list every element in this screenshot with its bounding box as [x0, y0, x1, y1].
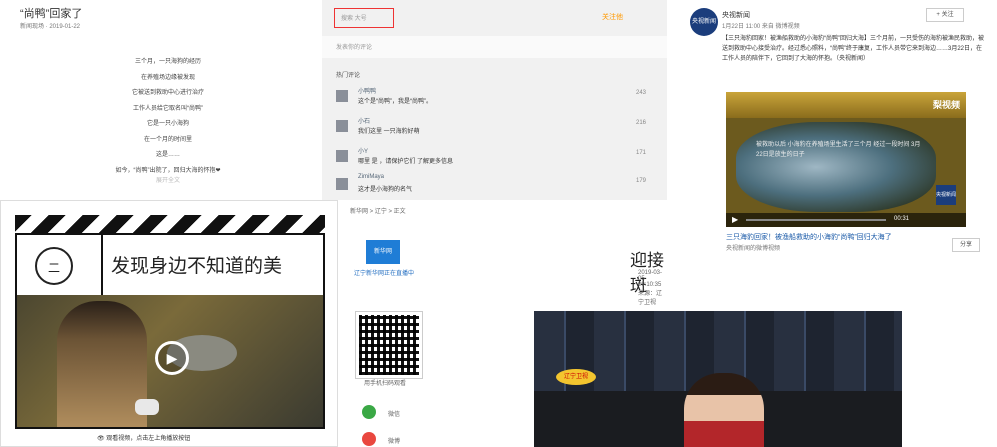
follow-button[interactable]: 关注他 — [602, 12, 623, 22]
qr-code — [355, 311, 423, 379]
share-weibo-label[interactable]: 微博 — [388, 436, 400, 445]
poster-headline: 发现身边不知道的美 — [111, 255, 283, 277]
comment-author[interactable]: ZimiMaya — [358, 174, 384, 180]
avatar[interactable] — [336, 90, 348, 102]
account-avatar[interactable]: 央视新闻 — [690, 8, 718, 36]
like-count[interactable]: 243 — [636, 90, 646, 96]
video-frame-rim — [726, 92, 966, 118]
site-logo[interactable]: 新华网 — [366, 240, 400, 264]
follow-button[interactable]: + 关注 — [926, 8, 964, 22]
comment-row: 小鸭鸭 这个是“尚鸭”，我是“尚鸭”。 243 — [336, 86, 656, 114]
search-input[interactable]: 搜索 大号 — [334, 8, 394, 28]
channel-badge: 央视新闻 — [936, 185, 956, 205]
video-meta: 央视新闻的微博视频 — [726, 246, 781, 252]
account-name[interactable]: 央视新闻 — [722, 10, 750, 20]
comment-row: 小Y 哪里 是 ，请保护它们 了解更多信息 171 — [336, 146, 656, 174]
wechat-icon[interactable] — [362, 405, 376, 419]
video-brand: 梨视频 — [932, 100, 960, 110]
glove-figure — [135, 399, 159, 415]
like-count[interactable]: 216 — [636, 120, 646, 126]
comment-text: 这才是小海狗的名气 — [358, 187, 413, 193]
post-line: 它是一只小海狗 — [146, 121, 189, 127]
video-poster-panel: 二 发现身边不知道的美 ▶ 👁 观看视频，点击左上角播放按钮 — [0, 200, 338, 447]
news-video[interactable]: 辽宁卫视 — [534, 311, 902, 447]
comment-author[interactable]: 小石 — [358, 116, 370, 125]
post-line: 工作人员给它取名叫“尚鸭” — [133, 105, 203, 112]
avatar[interactable] — [336, 120, 348, 132]
progress-bar[interactable] — [746, 219, 886, 221]
weibo-icon[interactable] — [362, 432, 376, 446]
clapperboard-stripe — [15, 215, 325, 233]
qr-caption: 用手机扫码观看 — [364, 381, 407, 387]
post-line: 在一个月的时间里 — [143, 136, 192, 143]
like-count[interactable]: 179 — [636, 178, 646, 184]
comment-input[interactable]: 发表你的评论 — [336, 42, 372, 51]
divider — [101, 235, 103, 295]
post-line: 在养殖场边缘被发现 — [140, 74, 195, 81]
video-subtitle: 被救助以后 小海豹在养殖场里生活了三个月 经过一段时间 3月22日是放生的日子 — [756, 142, 921, 158]
avatar[interactable] — [336, 178, 348, 190]
watch-hint: 👁 观看视频，点击左上角播放按钮 — [97, 436, 191, 442]
video-duration: 00:31 — [894, 216, 910, 222]
breadcrumb[interactable]: 新华网 > 辽宁 > 正文 — [350, 206, 406, 215]
channel-logo-icon: 二 — [35, 247, 73, 285]
hot-comments-label: 热门评论 — [336, 73, 361, 79]
weibo-post-panel: “尚鸭”回家了 新闻现场 · 2019-01-22 三个月，一只海狗的经历 在养… — [0, 0, 336, 190]
post-body: 三个月，一只海狗的经历 在养殖场边缘被发现 它被送到救助中心进行治疗 工作人员给… — [0, 55, 336, 179]
expand-link[interactable]: 展开全文 — [0, 175, 336, 184]
share-button[interactable]: 分享 — [952, 238, 980, 252]
play-icon[interactable]: ▶ — [732, 215, 738, 224]
video-player[interactable]: 被救助以后 小海豹在养殖场里生活了三个月 经过一段时间 3月22日是放生的日子 … — [726, 92, 966, 227]
post-line: 三个月，一只海狗的经历 — [134, 59, 201, 65]
post-line: 这是…… — [155, 152, 180, 158]
comment-row: 小石 我们这里 一只海豹好萌 216 — [336, 116, 656, 144]
share-wechat-label[interactable]: 微信 — [388, 409, 400, 418]
post-meta: 新闻现场 · 2019-01-22 — [20, 24, 81, 30]
weibo-video-post: 央视新闻 央视新闻 1月22日 11:00 来自 微博视频 + 关注 【三只海豹… — [682, 0, 997, 260]
post-time: 1月22日 11:00 来自 微博视频 — [722, 24, 800, 30]
comment-input-bar[interactable] — [322, 36, 667, 58]
site-tagline: 辽宁新华网正在直播中 — [354, 271, 415, 277]
video-scene — [736, 122, 936, 212]
comment-text: 我们这里 一只海豹好萌 — [358, 129, 420, 135]
comments-panel: 搜索 大号 关注他 发表你的评论 热门评论 小鸭鸭 这个是“尚鸭”，我是“尚鸭”… — [322, 0, 667, 200]
channel-caption: 辽宁卫视 — [556, 369, 596, 385]
news-anchor — [684, 373, 764, 447]
play-icon[interactable]: ▶ — [155, 341, 189, 375]
person-figure — [57, 301, 147, 427]
avatar[interactable] — [336, 150, 348, 162]
video-controls: ▶ 00:31 — [726, 213, 966, 227]
comment-text: 哪里 是 ，请保护它们 了解更多信息 — [358, 159, 454, 165]
article-datetime: 2019-03-05 09:10:35 来源：辽宁卫视 — [638, 270, 663, 306]
comment-author[interactable]: 小鸭鸭 — [358, 86, 376, 95]
post-line: 它被送到救助中心进行治疗 — [131, 90, 204, 96]
post-title[interactable]: “尚鸭”回家了 — [20, 5, 82, 21]
comment-row: ZimiMaya 这才是小海狗的名气 179 — [336, 174, 656, 202]
post-body: 【三只海豹回家！被渔船救助的小海豹“尚鸭”回归大海】三个月前，一只受伤的海豹被渔… — [722, 36, 984, 62]
video-link[interactable]: 三只海豹回家！被渔船救助的小海豹“尚鸭”回归大海了 — [726, 232, 892, 242]
comment-text: 这个是“尚鸭”，我是“尚鸭”。 — [358, 99, 432, 105]
like-count[interactable]: 171 — [636, 150, 646, 156]
comment-author[interactable]: 小Y — [358, 146, 368, 155]
